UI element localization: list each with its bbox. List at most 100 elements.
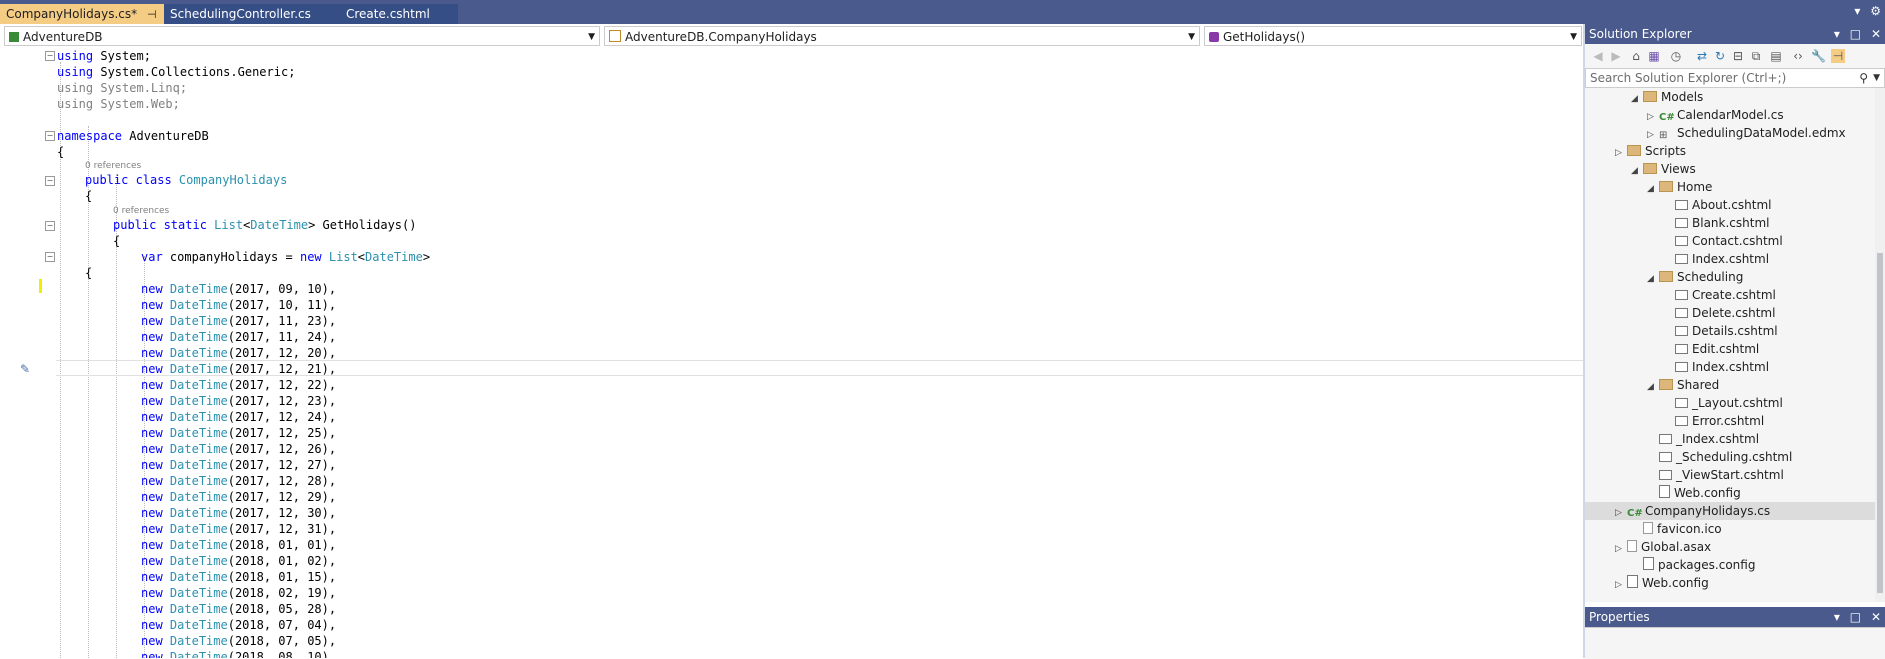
tree-item[interactable]: Error.cshtml [1585, 412, 1875, 430]
tree-item[interactable]: Index.cshtml [1585, 250, 1875, 268]
solution-tree[interactable]: ◢ Models ▷ C# CalendarModel.cs ▷ ⊞ SchedulingDa… [1585, 88, 1875, 602]
tab-companyholidays[interactable]: CompanyHolidays.cs* ⊣ ✕ [0, 4, 176, 25]
tree-item[interactable]: About.cshtml [1585, 196, 1875, 214]
folder-icon [1659, 271, 1673, 282]
properties-title: Properties ▾ □ ✕ [1585, 607, 1885, 627]
tree-item[interactable]: ▷ C# CompanyHolidays.cs [1585, 502, 1875, 520]
folder-icon [1627, 145, 1641, 156]
maximize-icon[interactable]: □ [1850, 27, 1861, 41]
razor-file-icon [1659, 434, 1672, 444]
code-editor[interactable]: − − − − − ✎ using System; using System.C… [0, 48, 1583, 658]
csharp-file-icon: C# [1659, 112, 1675, 123]
tree-item[interactable]: ▷ Web.config [1585, 574, 1875, 592]
tree-item[interactable]: Delete.cshtml [1585, 304, 1875, 322]
code-line: { [85, 266, 93, 280]
tab-dropdown-icon[interactable]: ▾ [1854, 4, 1860, 18]
holiday-entry-line: new DateTime(2018, 02, 19), [141, 586, 337, 600]
tree-item[interactable]: Contact.cshtml [1585, 232, 1875, 250]
holiday-entry-line: new DateTime(2017, 11, 23), [141, 314, 337, 328]
preview-icon[interactable]: ‹› [1791, 49, 1805, 63]
tree-item-label: Error.cshtml [1692, 414, 1765, 428]
tree-item[interactable]: Blank.cshtml [1585, 214, 1875, 232]
solution-explorer-title: Solution Explorer ▾ □ ✕ [1585, 24, 1885, 44]
tree-item-label: Home [1677, 180, 1713, 194]
tree-item[interactable]: ▷ ⊞ SchedulingDataModel.edmx [1585, 124, 1875, 142]
tree-item[interactable]: Index.cshtml [1585, 358, 1875, 376]
tree-item-label: Scripts [1645, 144, 1687, 158]
tree-item[interactable]: Edit.cshtml [1585, 340, 1875, 358]
codelens-references[interactable]: 0 references [85, 160, 141, 172]
wrench-icon[interactable]: 🔧 [1811, 49, 1826, 63]
collapse-icon[interactable]: − [45, 221, 55, 231]
expander-icon[interactable]: ▷ [1615, 576, 1627, 594]
close-icon[interactable]: ✕ [1871, 27, 1881, 41]
tree-item-label: Web.config [1642, 576, 1709, 590]
collapse-all-icon[interactable]: ⊟ [1731, 49, 1745, 63]
chevron-down-icon[interactable]: ▼ [1873, 69, 1880, 87]
holiday-entry-line: new DateTime(2017, 12, 28), [141, 474, 337, 488]
tree-item-label: Models [1661, 90, 1704, 104]
scrollbar[interactable] [1875, 88, 1885, 602]
tree-item[interactable]: Details.cshtml [1585, 322, 1875, 340]
tree-item[interactable]: packages.config [1585, 556, 1875, 574]
tree-item-label: SchedulingDataModel.edmx [1677, 126, 1846, 140]
tree-item[interactable]: ◢ Shared [1585, 376, 1875, 394]
tree-item[interactable]: ◢ Views [1585, 160, 1875, 178]
pin-icon[interactable]: ⊣ [147, 5, 157, 25]
tree-item-label: Scheduling [1677, 270, 1744, 284]
tree-item-label: Contact.cshtml [1692, 234, 1783, 248]
properties-panel [1585, 627, 1885, 659]
tab-create[interactable]: Create.cshtml [340, 4, 458, 24]
razor-file-icon [1675, 416, 1688, 426]
dropdown-icon[interactable]: ▾ [1834, 610, 1840, 624]
solution-explorer-search[interactable]: Search Solution Explorer (Ctrl+;) ⚲ ▼ [1585, 68, 1885, 88]
tab-schedulingcontroller[interactable]: SchedulingController.cs [164, 4, 340, 24]
collapse-icon[interactable]: − [45, 51, 55, 61]
tree-item[interactable]: _Scheduling.cshtml [1585, 448, 1875, 466]
pin-icon[interactable]: ⊣ [1831, 49, 1845, 63]
folder-icon [1643, 91, 1657, 102]
tree-item[interactable]: ▷ Global.asax [1585, 538, 1875, 556]
collapse-icon[interactable]: − [45, 252, 55, 262]
search-icon[interactable]: ⚲ [1859, 69, 1868, 87]
tree-item[interactable]: ◢ Models [1585, 88, 1875, 106]
tree-item[interactable]: favicon.ico [1585, 520, 1875, 538]
tree-item[interactable]: Web.config [1585, 484, 1875, 502]
close-icon[interactable]: ✕ [1871, 610, 1881, 624]
project-dropdown[interactable]: AdventureDB ▼ [4, 26, 600, 46]
tree-item-label: _Layout.cshtml [1692, 396, 1783, 410]
tree-item[interactable]: Create.cshtml [1585, 286, 1875, 304]
tree-item[interactable]: _Layout.cshtml [1585, 394, 1875, 412]
holiday-entry-line: new DateTime(2017, 12, 30), [141, 506, 337, 520]
codelens-references[interactable]: 0 references [113, 205, 169, 217]
show-all-files-icon[interactable]: ⧉ [1749, 49, 1763, 63]
sync-icon[interactable]: ⇄ [1695, 49, 1709, 63]
properties-icon[interactable]: ▤ [1769, 49, 1783, 63]
pending-changes-icon[interactable]: ◷ [1669, 49, 1683, 63]
dropdown-icon[interactable]: ▾ [1834, 27, 1840, 41]
scrollbar-thumb[interactable] [1877, 253, 1883, 593]
refresh-icon[interactable]: ↻ [1713, 49, 1727, 63]
maximize-icon[interactable]: □ [1850, 610, 1861, 624]
home-icon[interactable]: ⌂ [1629, 49, 1643, 63]
tree-item[interactable]: ▷ C# CalendarModel.cs [1585, 106, 1875, 124]
holiday-entry-line: new DateTime(2018, 07, 05), [141, 634, 337, 648]
tree-item-label: _Scheduling.cshtml [1676, 450, 1793, 464]
tree-item[interactable]: ◢ Home [1585, 178, 1875, 196]
type-dropdown[interactable]: AdventureDB.CompanyHolidays ▼ [604, 26, 1200, 46]
back-icon[interactable]: ◀ [1591, 49, 1605, 63]
code-line: using System.Linq; [57, 81, 188, 95]
tree-item-label: Blank.cshtml [1692, 216, 1770, 230]
code-line: { [85, 189, 93, 203]
gear-icon[interactable]: ⚙ [1870, 4, 1881, 18]
collapse-icon[interactable]: − [45, 131, 55, 141]
switch-views-icon[interactable]: ▦ [1647, 49, 1661, 63]
tree-item[interactable]: ◢ Scheduling [1585, 268, 1875, 286]
forward-icon[interactable]: ▶ [1609, 49, 1623, 63]
razor-file-icon [1675, 236, 1688, 246]
tree-item[interactable]: _Index.cshtml [1585, 430, 1875, 448]
tree-item[interactable]: ▷ Scripts [1585, 142, 1875, 160]
member-dropdown[interactable]: GetHolidays() ▼ [1204, 26, 1582, 46]
tree-item[interactable]: _ViewStart.cshtml [1585, 466, 1875, 484]
collapse-icon[interactable]: − [45, 176, 55, 186]
